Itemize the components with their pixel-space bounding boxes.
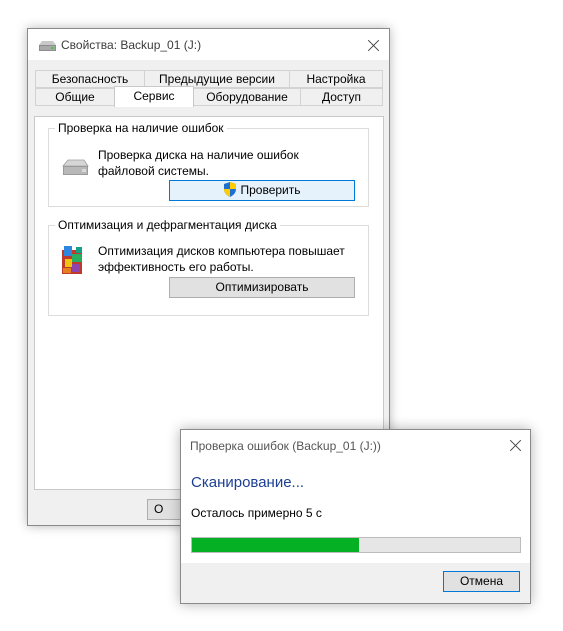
- optimize-title: Оптимизация и дефрагментация диска: [55, 218, 280, 232]
- progress-fill: [192, 538, 360, 552]
- window-title: Свойства: Backup_01 (J:): [61, 38, 202, 52]
- check-button-label: Проверить: [240, 183, 301, 197]
- dialog-body: Сканирование... Осталось примерно 5 с: [181, 461, 530, 563]
- scan-dialog: Проверка ошибок (Backup_01 (J:)) Сканиро…: [180, 429, 531, 604]
- tab-sharing[interactable]: Доступ: [300, 88, 383, 106]
- check-button[interactable]: Проверить: [169, 180, 355, 201]
- optimize-button-label: Оптимизировать: [215, 280, 309, 294]
- optimize-description: Оптимизация дисков компьютера повышает э…: [98, 244, 345, 274]
- scan-progress-bar: [191, 537, 521, 553]
- cancel-button[interactable]: Отмена: [443, 571, 520, 592]
- tab-hardware[interactable]: Оборудование: [193, 88, 301, 106]
- dialog-title: Проверка ошибок (Backup_01 (J:)): [190, 439, 381, 453]
- tab-tools[interactable]: Сервис: [114, 86, 194, 107]
- cancel-button-label: Отмена: [459, 574, 504, 588]
- time-remaining: Осталось примерно 5 с: [191, 506, 322, 520]
- dialog-title-bar[interactable]: Проверка ошибок (Backup_01 (J:)): [181, 430, 530, 461]
- error-check-group: Проверка на наличие ошибок Проверка диск…: [48, 121, 369, 207]
- uac-shield-icon: [224, 182, 237, 197]
- title-bar[interactable]: Свойства: Backup_01 (J:): [28, 29, 389, 60]
- drive-icon: [39, 41, 56, 51]
- error-check-description: Проверка диска на наличие ошибок файлово…: [98, 148, 299, 178]
- tab-general[interactable]: Общие: [35, 88, 115, 106]
- optimize-button[interactable]: Оптимизировать: [169, 277, 355, 298]
- close-icon[interactable]: [366, 38, 382, 54]
- optimize-group: Оптимизация и дефрагментация диска Оптим…: [48, 218, 369, 316]
- tab-customize[interactable]: Настройка: [289, 70, 383, 88]
- scan-heading: Сканирование...: [191, 474, 305, 491]
- drive-icon: [62, 159, 89, 175]
- error-check-title: Проверка на наличие ошибок: [55, 121, 227, 135]
- close-icon[interactable]: [508, 438, 524, 454]
- defrag-icon: [62, 246, 82, 274]
